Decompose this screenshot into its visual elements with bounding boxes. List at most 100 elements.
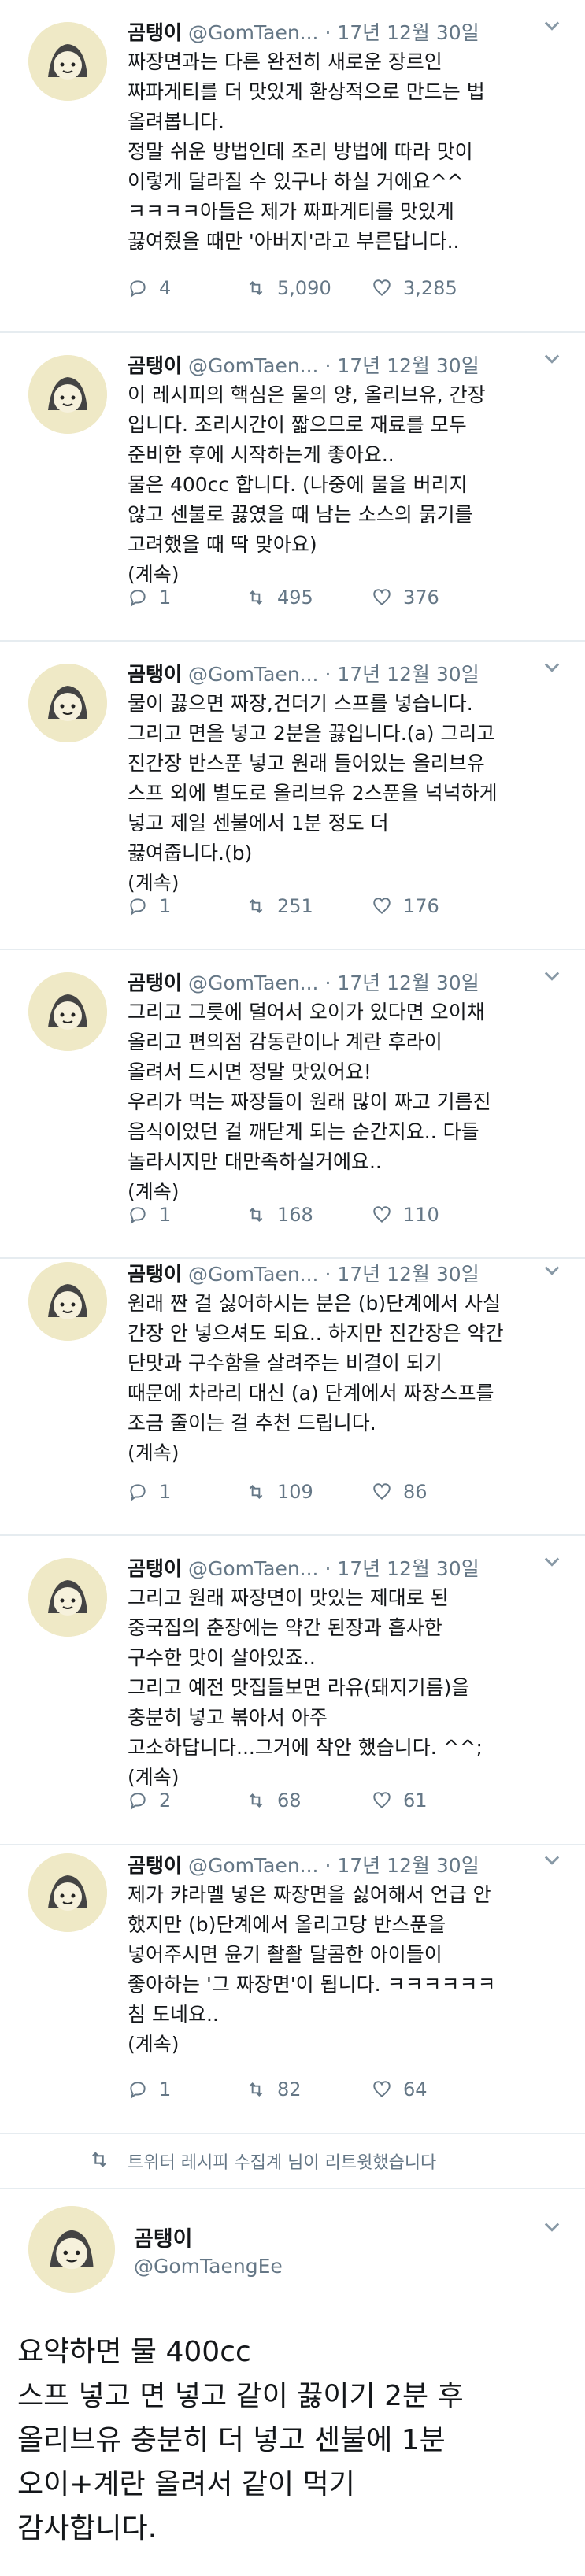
reply-count: 1 [159, 587, 172, 609]
retweet-button[interactable]: 109 [246, 1481, 313, 1503]
reply-button[interactable]: 1 [128, 2078, 171, 2100]
main-tweet[interactable]: 곰탱이 @GomTaengEe 요약하면 물 400cc 스프 넣고 면 넣고 … [0, 2189, 585, 2576]
timestamp[interactable]: · 17년 12월 30일 [324, 1263, 479, 1286]
like-count: 86 [403, 1481, 428, 1503]
author-handle[interactable]: @GomTaen... [188, 21, 319, 44]
timestamp[interactable]: · 17년 12월 30일 [324, 354, 479, 377]
tweet-text: 원래 짠 걸 싫어하시는 분은 (b)단계에서 사실 간장 안 넣으셔도 되요.… [128, 1292, 504, 1464]
retweet-button[interactable]: 82 [246, 2078, 302, 2100]
like-count: 3,285 [403, 277, 457, 299]
reply-button[interactable]: 2 [128, 1790, 171, 1812]
timestamp[interactable]: · 17년 12월 30일 [324, 663, 479, 686]
author-name[interactable]: 곰탱이 [128, 663, 182, 686]
timestamp[interactable]: · 17년 12월 30일 [324, 1854, 479, 1877]
retweet-button[interactable]: 251 [246, 895, 313, 917]
tweet-actions: 2 68 61 [128, 1790, 553, 1816]
like-icon [373, 589, 391, 605]
chevron-down-icon[interactable] [541, 347, 563, 369]
like-icon [373, 1483, 391, 1500]
chevron-down-icon[interactable] [541, 964, 563, 986]
retweet-count: 109 [277, 1481, 313, 1503]
tweet-text: 제가 캬라멜 넣은 짜장면을 싫어해서 언급 안 했지만 (b)단계에서 올리고… [128, 1883, 496, 2056]
tweet[interactable]: 곰탱이 @GomTaen... · 17년 12월 30일 그리고 그릇에 덜어… [0, 950, 585, 1259]
retweet-icon [249, 590, 263, 605]
author-handle[interactable]: @GomTaen... [188, 663, 319, 686]
tweet[interactable]: 곰탱이 @GomTaen... · 17년 12월 30일 제가 캬라멜 넣은 … [0, 1845, 585, 2134]
reply-button[interactable]: 1 [128, 895, 171, 917]
like-icon [373, 2081, 391, 2097]
like-button[interactable]: 3,285 [372, 277, 457, 299]
like-count: 61 [403, 1790, 428, 1812]
avatar[interactable] [28, 664, 107, 742]
reply-button[interactable]: 4 [128, 277, 171, 299]
reply-icon [130, 590, 146, 608]
avatar[interactable] [28, 1558, 107, 1637]
retweet-button[interactable]: 168 [246, 1204, 313, 1226]
avatar[interactable] [28, 1262, 107, 1341]
chevron-down-icon[interactable] [541, 2215, 563, 2237]
reply-icon [130, 898, 146, 916]
author-handle[interactable]: @GomTaen... [188, 1263, 319, 1286]
author-name[interactable]: 곰탱이 [128, 1263, 182, 1286]
like-button[interactable]: 61 [372, 1790, 428, 1812]
tweet[interactable]: 곰탱이 @GomTaen... · 17년 12월 30일 이 레시피의 핵심은… [0, 333, 585, 642]
chevron-down-icon[interactable] [541, 1259, 563, 1281]
retweet-icon [249, 1485, 263, 1499]
like-button[interactable]: 86 [372, 1481, 428, 1503]
chevron-down-icon[interactable] [541, 656, 563, 678]
retweet-button[interactable]: 68 [246, 1790, 302, 1812]
avatar[interactable] [28, 22, 107, 101]
like-count: 376 [403, 587, 439, 609]
retweet-banner-text[interactable]: 트위터 레시피 수집계 님이 리트윗했습니다 [128, 2149, 436, 2174]
avatar[interactable] [28, 1853, 107, 1932]
retweet-button[interactable]: 495 [246, 587, 313, 609]
author-handle[interactable]: @GomTaen... [188, 1854, 319, 1877]
timestamp[interactable]: · 17년 12월 30일 [324, 21, 479, 44]
author-handle[interactable]: @GomTaen... [188, 1557, 319, 1580]
author-handle[interactable]: @GomTaengEe [134, 2255, 283, 2278]
retweet-button[interactable]: 5,090 [246, 277, 331, 299]
tweet[interactable]: 곰탱이 @GomTaen... · 17년 12월 30일 그리고 원래 짜장면… [0, 1536, 585, 1845]
reply-icon [130, 2082, 146, 2100]
reply-icon [130, 1793, 146, 1811]
reply-button[interactable]: 1 [128, 587, 171, 609]
timestamp[interactable]: · 17년 12월 30일 [324, 972, 479, 994]
reply-count: 1 [159, 2078, 172, 2100]
tweet-actions: 1 82 64 [128, 2078, 553, 2105]
retweet-icon [92, 2152, 106, 2167]
tweet-actions: 4 5,090 3,285 [128, 277, 553, 304]
chevron-down-icon[interactable] [541, 14, 563, 36]
author-name[interactable]: 곰탱이 [134, 2222, 193, 2252]
like-button[interactable]: 376 [372, 587, 439, 609]
retweet-count: 251 [277, 895, 313, 917]
reply-button[interactable]: 1 [128, 1204, 171, 1226]
like-button[interactable]: 176 [372, 895, 439, 917]
reply-button[interactable]: 1 [128, 1481, 171, 1503]
tweet[interactable]: 곰탱이 @GomTaen... · 17년 12월 30일 물이 끓으면 짜장,… [0, 642, 585, 950]
author-name[interactable]: 곰탱이 [128, 21, 182, 44]
timestamp[interactable]: · 17년 12월 30일 [324, 1557, 479, 1580]
like-count: 110 [403, 1204, 439, 1226]
tweet-header: 곰탱이 @GomTaen... · 17년 12월 30일 [128, 659, 568, 687]
author-name[interactable]: 곰탱이 [128, 1854, 182, 1877]
retweet-icon [249, 281, 263, 295]
chevron-down-icon[interactable] [541, 1849, 563, 1871]
like-button[interactable]: 64 [372, 2078, 428, 2100]
tweet-header: 곰탱이 @GomTaen... · 17년 12월 30일 [128, 1553, 568, 1582]
avatar[interactable] [28, 2206, 115, 2293]
tweet-header: 곰탱이 @GomTaen... · 17년 12월 30일 [128, 1259, 568, 1287]
tweet-text: 그리고 원래 짜장면이 맛있는 제대로 된 중국집의 춘장에는 약간 된장과 흡… [128, 1586, 483, 1789]
avatar[interactable] [28, 972, 107, 1051]
author-handle[interactable]: @GomTaen... [188, 354, 319, 377]
reply-icon [130, 280, 146, 298]
author-handle[interactable]: @GomTaen... [188, 972, 319, 994]
chevron-down-icon[interactable] [541, 1550, 563, 1572]
like-button[interactable]: 110 [372, 1204, 439, 1226]
avatar[interactable] [28, 355, 107, 434]
like-icon [373, 1792, 391, 1808]
tweet[interactable]: 곰탱이 @GomTaen... · 17년 12월 30일 짜장면과는 다른 완… [0, 0, 585, 333]
author-name[interactable]: 곰탱이 [128, 1557, 182, 1580]
tweet[interactable]: 곰탱이 @GomTaen... · 17년 12월 30일 원래 짠 걸 싫어하… [0, 1259, 585, 1536]
author-name[interactable]: 곰탱이 [128, 972, 182, 994]
author-name[interactable]: 곰탱이 [128, 354, 182, 377]
